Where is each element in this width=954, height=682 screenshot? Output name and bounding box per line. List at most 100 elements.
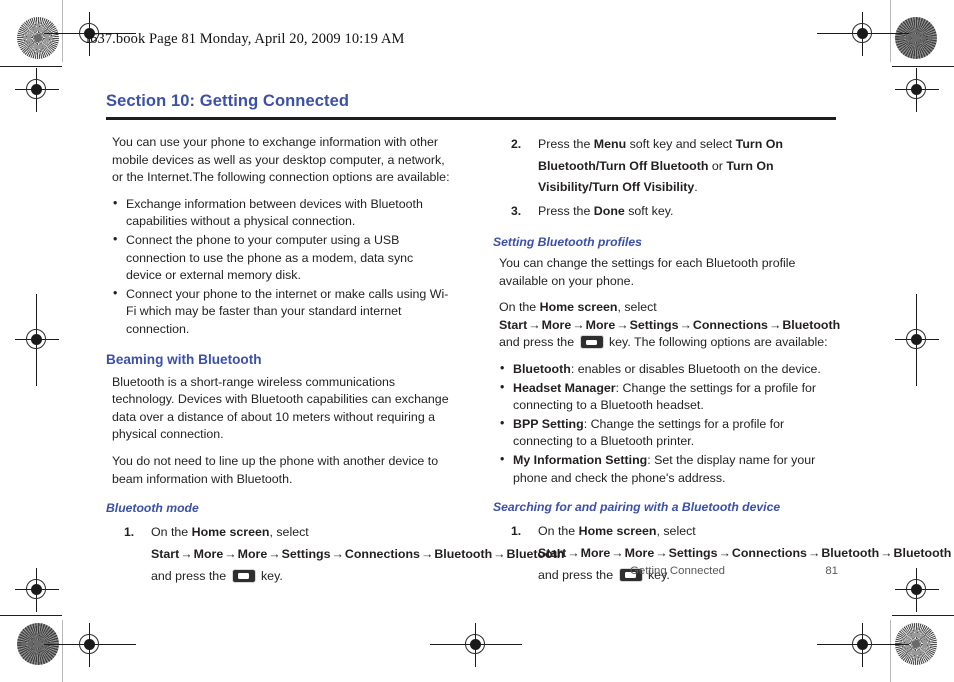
trim-line-bottom-left bbox=[0, 615, 62, 617]
menu-path-bluetooth: Bluetooth bbox=[782, 317, 841, 332]
profile-options-list: Bluetooth: enables or disables Bluetooth… bbox=[493, 360, 838, 487]
step-text-press: press the bbox=[175, 569, 230, 584]
menu-path-more-2: More bbox=[624, 546, 655, 561]
step-number: 2. bbox=[511, 137, 522, 151]
step-text-and: and bbox=[538, 568, 563, 583]
arrow-icon: → bbox=[679, 317, 692, 332]
option-term: BPP Setting bbox=[513, 416, 584, 431]
arrow-icon: → bbox=[611, 546, 624, 561]
list-item: Exchange information between devices wit… bbox=[112, 195, 451, 231]
list-item: BPP Setting: Change the settings for a p… bbox=[499, 415, 838, 451]
list-item: Bluetooth: enables or disables Bluetooth… bbox=[499, 360, 838, 379]
arrow-icon: → bbox=[655, 546, 668, 561]
list-item: My Information Setting: Set the display … bbox=[499, 451, 838, 487]
option-term: My Information Setting bbox=[513, 452, 648, 467]
title-divider bbox=[106, 117, 836, 120]
trim-line-left-bottom bbox=[62, 620, 64, 682]
path-prefix: On the bbox=[499, 300, 540, 315]
registration-mark-lower-right-inner bbox=[895, 568, 939, 612]
star-target-mark-top-left bbox=[17, 17, 59, 59]
step-text-3: or bbox=[708, 158, 727, 173]
path-term-home-screen: Home screen bbox=[539, 300, 618, 315]
profiles-path-paragraph: On the Home screen, select Start→More→Mo… bbox=[499, 299, 841, 352]
step-text-1: Press the bbox=[538, 137, 594, 151]
registration-mark-top-right bbox=[817, 12, 909, 56]
registration-mark-bottom-center bbox=[430, 623, 522, 667]
ok-key-icon bbox=[579, 335, 604, 350]
path-and-press: and press the bbox=[499, 335, 578, 350]
registration-mark-bottom-right bbox=[817, 623, 909, 667]
star-target-mark-top-right bbox=[895, 17, 937, 59]
arrow-icon: → bbox=[718, 546, 731, 561]
left-column: You can use your phone to exchange infor… bbox=[106, 134, 564, 593]
step-text-2: soft key and select bbox=[626, 137, 736, 151]
beaming-paragraph-2: You do not need to line up the phone wit… bbox=[112, 453, 439, 486]
soft-key-menu: Menu bbox=[593, 137, 627, 151]
menu-path-start: Start bbox=[499, 317, 528, 332]
step-item: 1. On the Home screen, select Start→More… bbox=[106, 521, 564, 587]
menu-path-connections: Connections bbox=[344, 547, 420, 562]
page-footer: Getting Connected 81 bbox=[630, 565, 838, 577]
trim-line-left bbox=[62, 0, 64, 62]
option-description: : enables or disables Bluetooth on the d… bbox=[570, 361, 821, 376]
heading-searching-and-pairing: Searching for and pairing with a Bluetoo… bbox=[493, 500, 781, 515]
step-item: 2. Press the Menu soft key and select Tu… bbox=[493, 134, 838, 199]
arrow-icon: → bbox=[616, 317, 629, 332]
trim-line-right-bottom bbox=[890, 620, 892, 682]
step-text-press: press the bbox=[562, 568, 617, 583]
trim-line-top-right bbox=[892, 66, 954, 68]
step-text-key: key. bbox=[257, 569, 283, 584]
intro-bullet-list: Exchange information between devices wit… bbox=[106, 195, 451, 339]
arrow-icon: → bbox=[567, 546, 580, 561]
menu-path-more-1: More bbox=[580, 546, 611, 561]
footer-chapter-name: Getting Connected bbox=[630, 565, 725, 577]
heading-setting-bluetooth-profiles: Setting Bluetooth profiles bbox=[493, 235, 642, 249]
step-number: 1. bbox=[124, 525, 135, 540]
registration-mark-upper-right-inner bbox=[895, 68, 939, 112]
step-text-prefix: On the bbox=[538, 524, 579, 539]
arrow-icon: → bbox=[331, 547, 344, 562]
heading-bluetooth-mode: Bluetooth mode bbox=[106, 501, 199, 516]
arrow-icon: → bbox=[880, 546, 893, 561]
menu-path-more-2: More bbox=[585, 317, 616, 332]
ok-key-icon bbox=[231, 569, 256, 584]
step-term-home-screen: Home screen bbox=[578, 524, 657, 539]
registration-mark-bottom-left bbox=[44, 623, 136, 667]
right-column: 2. Press the Menu soft key and select Tu… bbox=[493, 134, 951, 592]
step-item: 3. Press the Done soft key. bbox=[493, 201, 838, 223]
path-suffix: key. The following options are available… bbox=[605, 335, 828, 350]
arrow-icon: → bbox=[180, 547, 193, 562]
trim-line-right bbox=[890, 0, 892, 62]
menu-path-connections: Connections bbox=[731, 546, 807, 561]
step-text-prefix: On the bbox=[151, 525, 192, 540]
menu-path-more-1: More bbox=[541, 317, 572, 332]
option-term: Bluetooth bbox=[513, 361, 571, 376]
menu-path-more-1: More bbox=[193, 547, 224, 562]
step-text-and: and bbox=[151, 569, 176, 584]
intro-paragraph: You can use your phone to exchange infor… bbox=[112, 135, 450, 185]
bluetooth-mode-steps-continued: 2. Press the Menu soft key and select Tu… bbox=[493, 134, 838, 222]
registration-mark-lower-left-inner bbox=[15, 568, 59, 612]
beaming-paragraph-1: Bluetooth is a short-range wireless comm… bbox=[112, 374, 449, 442]
two-column-layout: You can use your phone to exchange infor… bbox=[106, 134, 951, 624]
arrow-icon: → bbox=[268, 547, 281, 562]
trim-line-bottom-right bbox=[892, 615, 954, 617]
menu-path-start: Start bbox=[151, 547, 180, 562]
document-page: i637.book Page 81 Monday, April 20, 2009… bbox=[0, 0, 954, 682]
menu-path-connections: Connections bbox=[692, 317, 768, 332]
arrow-icon: → bbox=[528, 317, 541, 332]
page-slug: i637.book Page 81 Monday, April 20, 2009… bbox=[86, 31, 405, 47]
list-item: Headset Manager: Change the settings for… bbox=[499, 379, 838, 415]
menu-path-start: Start bbox=[538, 546, 567, 561]
menu-path-bluetooth-2: Bluetooth bbox=[893, 546, 952, 561]
registration-mark-mid-left bbox=[15, 294, 59, 386]
arrow-icon: → bbox=[420, 547, 434, 562]
step-text-4: . bbox=[694, 180, 698, 194]
arrow-icon: → bbox=[224, 547, 237, 562]
menu-path-bluetooth-1: Bluetooth bbox=[821, 546, 880, 561]
path-select: , select bbox=[617, 300, 657, 315]
step-number: 3. bbox=[511, 203, 522, 218]
profiles-paragraph: You can change the settings for each Blu… bbox=[499, 256, 796, 288]
registration-mark-upper-left-inner bbox=[15, 68, 59, 112]
step-text-2: soft key. bbox=[624, 203, 674, 218]
